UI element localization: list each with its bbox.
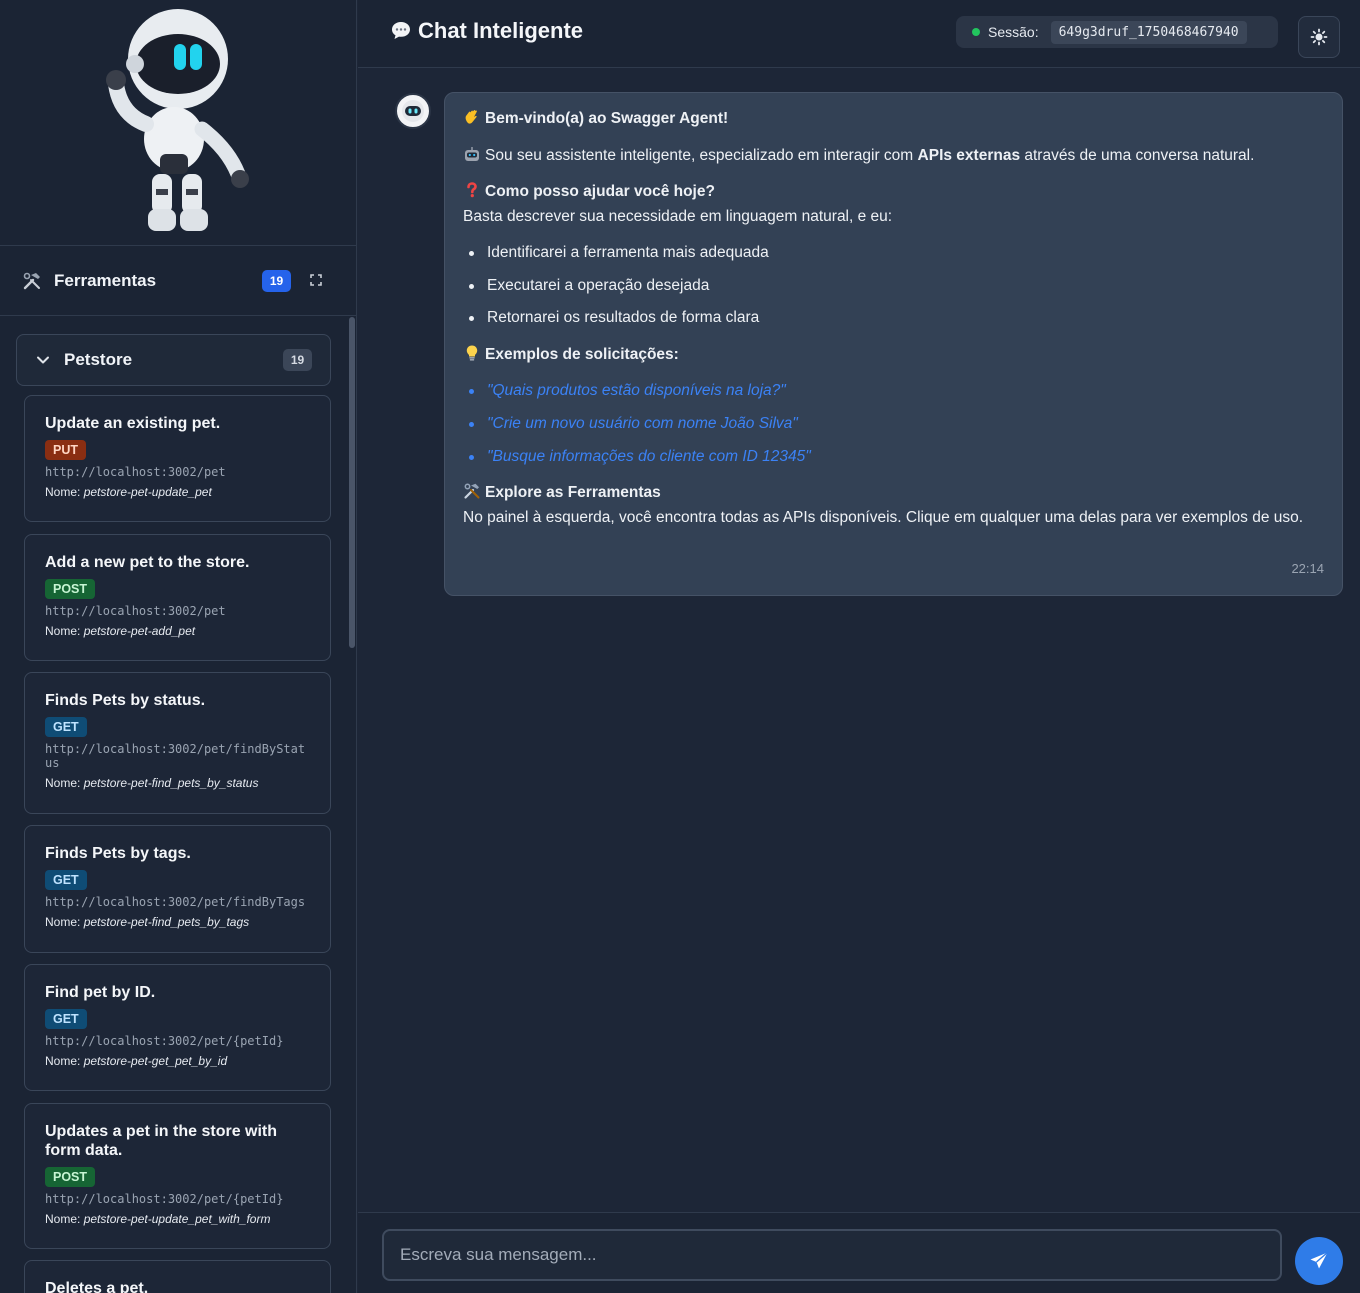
- robot-icon: [402, 100, 424, 122]
- method-badge: POST: [45, 579, 96, 599]
- list-item: Identificarei a ferramenta mais adequada: [469, 241, 769, 265]
- message-input[interactable]: [382, 1229, 1282, 1281]
- question-mark-icon: [467, 182, 477, 198]
- chat-header: Chat Inteligente Sessão: 649g3druf_17504…: [358, 0, 1360, 68]
- tool-title: Update an existing pet.: [45, 415, 221, 432]
- avatar: [395, 93, 431, 129]
- light-bulb-icon: [466, 345, 478, 361]
- tool-name: Nome: petstore-pet-update_pet: [45, 485, 212, 499]
- page-title: Chat Inteligente: [390, 18, 583, 44]
- welcome-line: Bem-vindo(a) ao Swagger Agent!: [463, 107, 728, 131]
- group-header-petstore[interactable]: Petstore 19: [16, 334, 331, 386]
- tool-name: Nome: petstore-pet-find_pets_by_tags: [45, 915, 250, 929]
- tool-url: http://localhost:3002/pet/findByTags: [45, 895, 306, 909]
- session-indicator: Sessão: 649g3druf_1750468467940: [956, 16, 1278, 48]
- session-id: 649g3druf_1750468467940: [1050, 20, 1247, 44]
- robot-face-icon: [465, 147, 479, 161]
- group-title: Petstore: [64, 350, 133, 369]
- paper-plane-icon: [1310, 1251, 1328, 1269]
- method-badge: GET: [45, 717, 87, 737]
- tool-card[interactable]: Deletes a pet.: [24, 1260, 331, 1293]
- tool-title: Add a new pet to the store.: [45, 554, 250, 571]
- tool-title: Deletes a pet.: [45, 1280, 149, 1293]
- method-badge: GET: [45, 870, 87, 890]
- example-link[interactable]: "Busque informações do cliente com ID 12…: [469, 445, 811, 469]
- tool-title: Updates a pet in the store with form dat…: [45, 1123, 278, 1159]
- speech-bubble-icon: [392, 22, 410, 39]
- intro-text-a: Sou seu assistente inteligente, especial…: [485, 147, 918, 164]
- tool-title: Find pet by ID.: [45, 984, 156, 1001]
- help-title-line: Como posso ajudar você hoje?: [463, 180, 715, 204]
- intro-line: Sou seu assistente inteligente, especial…: [463, 144, 1254, 168]
- chevron-down-icon: [37, 356, 49, 364]
- chat-title-text: Chat Inteligente: [418, 18, 584, 43]
- intro-text-c: através de uma conversa natural.: [1020, 147, 1255, 164]
- examples-title: Exemplos de solicitações:: [485, 346, 679, 363]
- tool-name: Nome: petstore-pet-get_pet_by_id: [45, 1054, 228, 1068]
- tool-name: Nome: petstore-pet-find_pets_by_status: [45, 776, 259, 790]
- tool-card[interactable]: Finds Pets by status. GET http://localho…: [24, 672, 331, 814]
- tool-card[interactable]: Update an existing pet. PUT http://local…: [24, 395, 331, 522]
- composer: [358, 1212, 1360, 1293]
- tools-title: Ferramentas: [54, 270, 157, 290]
- list-item: Retornarei os resultados de forma clara: [469, 306, 759, 330]
- tool-card[interactable]: Updates a pet in the store with form dat…: [24, 1103, 331, 1249]
- list-item: Executarei a operação desejada: [469, 274, 709, 298]
- theme-toggle-button[interactable]: [1298, 16, 1340, 58]
- tools-header: Ferramentas 19: [0, 246, 356, 316]
- tool-card[interactable]: Find pet by ID. GET http://localhost:300…: [24, 964, 331, 1091]
- robot-illustration-area: [0, 0, 356, 246]
- send-button[interactable]: [1295, 1237, 1343, 1285]
- session-label: Sessão:: [988, 24, 1039, 40]
- explore-title-line: Explore as Ferramentas: [463, 481, 661, 505]
- help-text: Basta descrever sua necessidade em lingu…: [463, 208, 893, 225]
- tool-url: http://localhost:3002/pet/{petId}: [45, 1192, 284, 1206]
- hammer-wrench-icon: [23, 272, 40, 289]
- assistant-message: Bem-vindo(a) ao Swagger Agent! Sou seu a…: [444, 92, 1343, 596]
- hammer-wrench-icon: [464, 483, 480, 499]
- scrollbar[interactable]: [349, 317, 355, 648]
- method-badge: GET: [45, 1009, 87, 1029]
- tool-title: Finds Pets by status.: [45, 692, 206, 709]
- online-status-icon: [972, 28, 980, 36]
- sun-icon: [1310, 28, 1328, 46]
- tools-count-badge: 19: [262, 270, 291, 292]
- tool-title: Finds Pets by tags.: [45, 845, 191, 862]
- tool-url: http://localhost:3002/pet/{petId}: [45, 1034, 284, 1048]
- intro-text-bold: APIs externas: [917, 147, 1021, 164]
- robot-mascot-icon: [106, 9, 249, 231]
- tool-url: http://localhost:3002/pet: [45, 465, 226, 479]
- explore-text: No painel à esquerda, você encontra toda…: [463, 509, 1304, 526]
- message-timestamp: 22:14: [1291, 561, 1324, 576]
- tool-card[interactable]: Finds Pets by tags. GET http://localhost…: [24, 825, 331, 953]
- expand-icon[interactable]: [306, 270, 326, 290]
- group-count-badge: 19: [283, 349, 312, 371]
- method-badge: POST: [45, 1167, 96, 1187]
- tool-name: Nome: petstore-pet-add_pet: [45, 624, 196, 638]
- tool-url: http://localhost:3002/pet/findByStatus: [45, 742, 306, 770]
- example-link[interactable]: "Crie um novo usuário com nome João Silv…: [469, 412, 798, 436]
- explore-title: Explore as Ferramentas: [485, 484, 661, 501]
- help-title: Como posso ajudar você hoje?: [485, 183, 715, 200]
- tool-url: http://localhost:3002/pet: [45, 604, 226, 618]
- tool-name: Nome: petstore-pet-update_pet_with_form: [45, 1212, 271, 1226]
- example-link[interactable]: "Quais produtos estão disponíveis na loj…: [469, 379, 786, 403]
- tools-list[interactable]: Petstore 19 Update an existing pet. PUT …: [0, 317, 356, 1293]
- examples-title-line: Exemplos de solicitações:: [463, 343, 679, 367]
- method-badge: PUT: [45, 440, 86, 460]
- welcome-text: Bem-vindo(a) ao Swagger Agent!: [485, 110, 729, 127]
- tool-card[interactable]: Add a new pet to the store. POST http://…: [24, 534, 331, 661]
- waving-hand-icon: [465, 110, 477, 124]
- sidebar: Ferramentas 19 Petstore 19 Update an exi…: [0, 0, 357, 1293]
